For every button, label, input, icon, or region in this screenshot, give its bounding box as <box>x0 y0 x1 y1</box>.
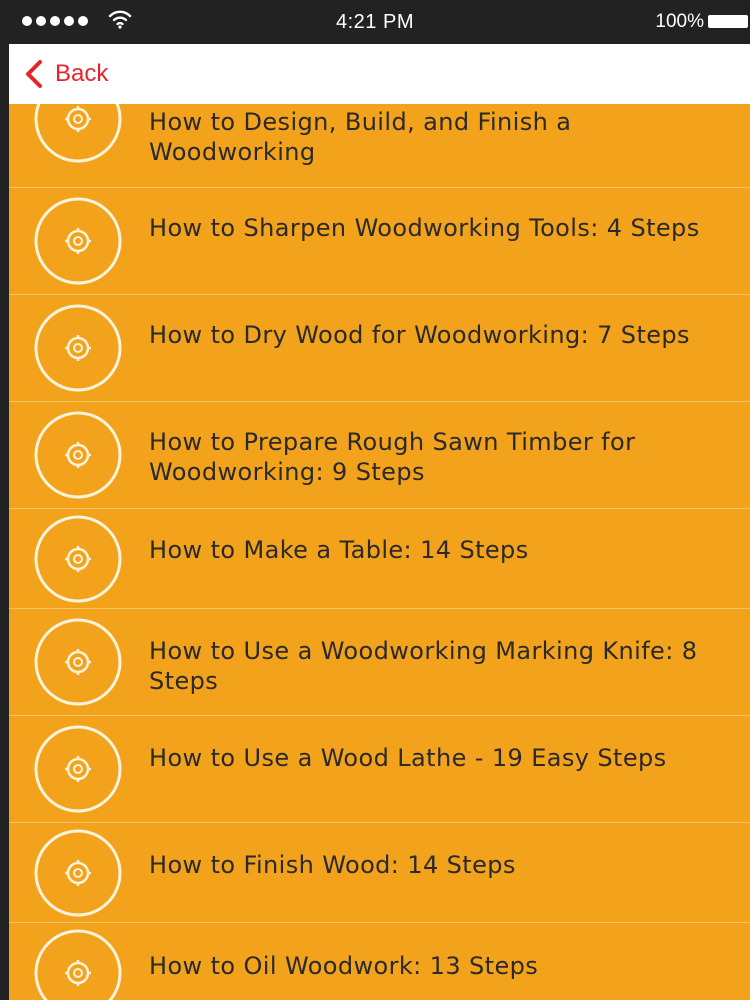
list-item-title: How to Oil Woodwork: 13 Steps <box>149 952 539 980</box>
back-label: Back <box>55 60 109 87</box>
target-icon <box>34 104 122 163</box>
phone-screen: 4:21 PM 100% Back How to Design, Build, … <box>0 0 750 1000</box>
battery-percent: 100% <box>655 11 704 32</box>
target-icon <box>34 725 122 813</box>
list-item-title: How to Design, Build, and Finish a Woodw… <box>149 108 572 166</box>
list-item[interactable]: How to Dry Wood for Woodworking: 7 Steps <box>9 295 750 402</box>
status-bar: 4:21 PM 100% <box>0 0 750 44</box>
list-item[interactable]: How to Oil Woodwork: 13 Steps <box>9 923 750 1000</box>
article-list[interactable]: How to Design, Build, and Finish a Woodw… <box>9 104 750 1000</box>
list-item-title: How to Use a Woodworking Marking Knife: … <box>149 637 698 695</box>
target-icon <box>34 411 122 499</box>
list-item-title: How to Prepare Rough Sawn Timber for Woo… <box>149 428 636 486</box>
back-button[interactable]: Back <box>23 56 108 92</box>
list-item[interactable]: How to Sharpen Woodworking Tools: 4 Step… <box>9 188 750 295</box>
list-item[interactable]: How to Make a Table: 14 Steps <box>9 509 750 609</box>
list-item-title: How to Use a Wood Lathe - 19 Easy Steps <box>149 744 667 772</box>
target-icon <box>34 929 122 1000</box>
list-item[interactable]: How to Use a Wood Lathe - 19 Easy Steps <box>9 716 750 823</box>
status-time: 4:21 PM <box>336 11 414 33</box>
battery-icon <box>708 15 748 28</box>
target-icon <box>34 304 122 392</box>
list-item[interactable]: How to Prepare Rough Sawn Timber for Woo… <box>9 402 750 509</box>
navigation-bar: Back <box>9 44 750 104</box>
list-item-title: How to Make a Table: 14 Steps <box>149 536 529 564</box>
chevron-left-icon <box>26 60 42 88</box>
list-item[interactable]: How to Finish Wood: 14 Steps <box>9 823 750 923</box>
list-item-title: How to Finish Wood: 14 Steps <box>149 851 516 879</box>
target-icon <box>34 829 122 917</box>
target-icon <box>34 515 122 603</box>
list-item-title: How to Sharpen Woodworking Tools: 4 Step… <box>149 214 700 242</box>
target-icon <box>34 618 122 706</box>
target-icon <box>34 197 122 285</box>
list-item[interactable]: How to Design, Build, and Finish a Woodw… <box>9 104 750 188</box>
list-item[interactable]: How to Use a Woodworking Marking Knife: … <box>9 609 750 716</box>
list-item-title: How to Dry Wood for Woodworking: 7 Steps <box>149 321 690 349</box>
